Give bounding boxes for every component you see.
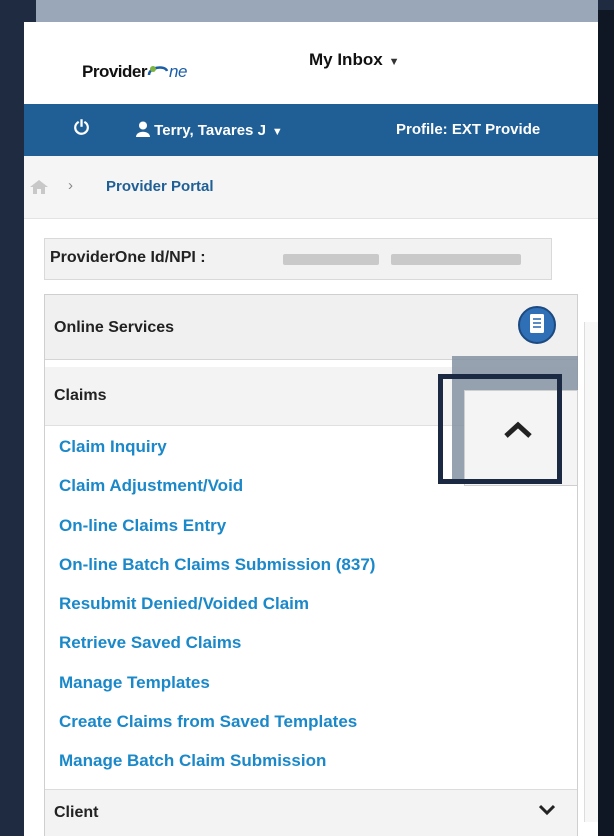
background-strip — [36, 0, 598, 22]
provider-id-bar: ProviderOne Id/NPI : — [44, 238, 552, 280]
logo-suffix: ne — [147, 62, 187, 81]
link-manage-templates[interactable]: Manage Templates — [59, 671, 559, 710]
profile-label[interactable]: Profile: EXT Provide — [396, 121, 540, 138]
logo-swoosh-icon — [147, 66, 169, 76]
user-nav-bar: ⏻ Terry, Tavares J ▼ Profile: EXT Provide — [24, 104, 598, 156]
providerone-logo[interactable]: Provider ne — [82, 62, 187, 82]
link-online-claims-entry[interactable]: On-line Claims Entry — [59, 514, 559, 553]
link-online-batch-claims-submission[interactable]: On-line Batch Claims Submission (837) — [59, 553, 559, 592]
top-header: Provider ne My Inbox ▼ — [24, 22, 598, 104]
logo-suffix-text: ne — [168, 62, 187, 81]
logo-text: Provider — [82, 62, 147, 81]
breadcrumb-separator: › — [68, 177, 73, 194]
client-section-header[interactable]: Client — [45, 789, 577, 836]
redacted-id — [283, 254, 379, 265]
chevron-down-icon[interactable] — [539, 804, 555, 816]
online-services-header: Online Services — [45, 295, 577, 360]
browser-frame: Provider ne My Inbox ▼ ⏻ Terry, Tavares J ▼… — [24, 22, 598, 836]
breadcrumb-provider-portal[interactable]: Provider Portal — [106, 178, 214, 195]
client-title: Client — [54, 804, 99, 821]
caret-down-icon: ▼ — [388, 56, 400, 68]
home-icon[interactable] — [30, 180, 48, 194]
highlight-box — [438, 374, 562, 484]
my-inbox-menu[interactable]: My Inbox ▼ — [309, 50, 400, 70]
user-icon — [136, 121, 150, 137]
redacted-npi — [391, 254, 521, 265]
link-manage-batch-claim-submission[interactable]: Manage Batch Claim Submission — [59, 749, 559, 788]
user-name: Terry, Tavares J — [154, 122, 266, 139]
provider-id-label: ProviderOne Id/NPI : — [50, 249, 206, 266]
panel-title: Online Services — [54, 319, 175, 336]
link-retrieve-saved-claims[interactable]: Retrieve Saved Claims — [59, 631, 559, 670]
link-resubmit-denied-voided-claim[interactable]: Resubmit Denied/Voided Claim — [59, 592, 559, 631]
document-icon[interactable] — [517, 305, 557, 345]
caret-down-icon: ▼ — [271, 126, 283, 138]
right-panel-edge — [584, 322, 598, 822]
power-icon[interactable]: ⏻ — [74, 118, 89, 140]
claims-links: Claim Inquiry Claim Adjustment/Void On-l… — [59, 435, 559, 789]
user-menu[interactable]: Terry, Tavares J ▼ — [136, 121, 283, 139]
claims-title: Claims — [54, 387, 107, 404]
frame-shadow — [598, 10, 614, 836]
breadcrumb: › Provider Portal — [24, 156, 598, 219]
inbox-label: My Inbox — [309, 50, 383, 69]
link-create-claims-from-saved-templates[interactable]: Create Claims from Saved Templates — [59, 710, 559, 749]
